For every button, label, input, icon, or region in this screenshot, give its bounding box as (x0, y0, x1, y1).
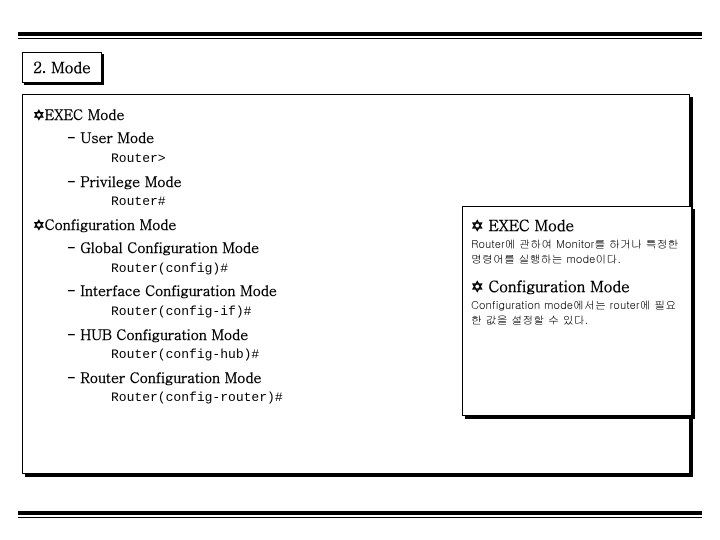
side-config-label: Configuration Mode (489, 276, 630, 297)
side-exec-text: Router에 관하여 Monitor를 하거나 특정한 명령어를 실행하는 m… (471, 238, 683, 268)
side-exec-heading: ✡ EXEC Mode (471, 215, 683, 236)
side-config-heading: ✡ Configuration Mode (471, 276, 683, 297)
star-icon: ✡ (33, 107, 45, 123)
title-box: 2. Mode (22, 52, 102, 83)
side-config-text: Configuration mode에서는 router에 필요한 값을 설정할… (471, 299, 683, 329)
side-info-box: ✡ EXEC Mode Router에 관하여 Monitor를 하거나 특정한… (462, 206, 692, 416)
privilege-mode-item: - Privilege Mode (67, 170, 679, 192)
top-rule (18, 32, 702, 39)
config-mode-label: Configuration Mode (45, 214, 177, 234)
side-exec-label: EXEC Mode (489, 215, 575, 236)
exec-mode-heading: ✡EXEC Mode (33, 103, 679, 126)
bottom-rule (18, 511, 702, 518)
user-mode-item: - User Mode (67, 126, 679, 148)
title-text: 2. Mode (33, 57, 91, 78)
star-icon: ✡ (33, 217, 45, 233)
exec-mode-label: EXEC Mode (45, 104, 125, 124)
star-icon: ✡ (471, 218, 484, 235)
user-mode-prompt: Router> (111, 149, 679, 170)
star-icon: ✡ (471, 279, 484, 296)
